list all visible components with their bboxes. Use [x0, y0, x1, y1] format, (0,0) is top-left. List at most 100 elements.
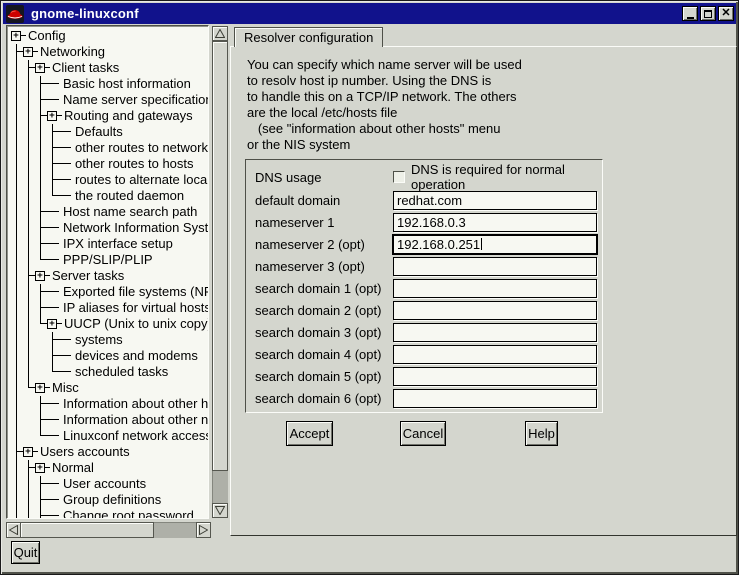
text-entry[interactable]: 192.168.0.3: [393, 213, 597, 232]
tree-item-label: IPX interface setup: [63, 236, 173, 252]
tree-vertical-scrollbar[interactable]: [212, 26, 228, 518]
tree-expander-icon[interactable]: +: [23, 444, 38, 460]
tree-item[interactable]: Network Information System: [11, 220, 208, 236]
scroll-right-button[interactable]: [196, 522, 211, 538]
text-entry[interactable]: [393, 301, 597, 320]
plus-box-icon[interactable]: +: [35, 271, 45, 281]
plus-box-icon[interactable]: +: [35, 463, 45, 473]
maximize-button[interactable]: [700, 6, 716, 21]
tree-item[interactable]: +Normal: [11, 460, 208, 476]
text-entry[interactable]: [393, 345, 597, 364]
tree-item[interactable]: +Client tasks: [11, 60, 208, 76]
config-tree-panel: +Config+Networking+Client tasksBasic hos…: [6, 25, 209, 519]
accept-button[interactable]: Accept: [286, 421, 333, 446]
tree-item[interactable]: Change root password: [11, 508, 208, 519]
text-entry[interactable]: 192.168.0.251: [393, 235, 597, 254]
tree-horizontal-scrollbar[interactable]: [6, 522, 211, 538]
dns-required-checkbox[interactable]: [393, 171, 405, 183]
help-button[interactable]: Help: [525, 421, 558, 446]
tree-guide-line: [47, 492, 61, 508]
text-entry[interactable]: [393, 257, 597, 276]
field-label: nameserver 3 (opt): [255, 259, 393, 274]
tree-expander-icon[interactable]: +: [47, 316, 62, 332]
tree-item[interactable]: +Users accounts: [11, 444, 208, 460]
text-entry[interactable]: [393, 389, 597, 408]
tree-item[interactable]: +Misc: [11, 380, 208, 396]
tree-item[interactable]: Defaults: [11, 124, 208, 140]
vertical-scroll-thumb[interactable]: [212, 41, 228, 471]
tree-expander-icon[interactable]: +: [35, 460, 50, 476]
text-entry[interactable]: redhat.com: [393, 191, 597, 210]
tree-item[interactable]: devices and modems: [11, 348, 208, 364]
tree-guide-line: [59, 332, 73, 348]
tree-guide-line: [47, 76, 61, 92]
app-window: gnome-linuxconf ✕ +Config+Networking+Cli…: [0, 0, 739, 575]
tree-item-label: Name server specification (: [63, 92, 209, 108]
tree-item[interactable]: scheduled tasks: [11, 364, 208, 380]
tree-item[interactable]: Group definitions: [11, 492, 208, 508]
tree-expander-icon[interactable]: +: [11, 28, 26, 44]
scroll-up-button[interactable]: [212, 26, 228, 41]
tree-guide-line: [23, 236, 35, 252]
tree-guide-line: [59, 188, 73, 204]
close-button[interactable]: ✕: [718, 6, 734, 21]
tree-item[interactable]: Basic host information: [11, 76, 208, 92]
tree-item[interactable]: routes to alternate local ne: [11, 172, 208, 188]
tree-guide-line: [11, 412, 23, 428]
tree-item[interactable]: systems: [11, 332, 208, 348]
tree-item[interactable]: +Routing and gateways: [11, 108, 208, 124]
tree-guide-line: [11, 172, 23, 188]
cancel-button[interactable]: Cancel: [400, 421, 446, 446]
tree-item-label: IP aliases for virtual hosts: [63, 300, 209, 316]
tab-resolver-configuration[interactable]: Resolver configuration: [234, 27, 383, 47]
tree-item[interactable]: other routes to networks: [11, 140, 208, 156]
tree-item[interactable]: Information about other host: [11, 396, 208, 412]
tree-guide-line: [35, 76, 47, 92]
tree-expander-icon[interactable]: +: [35, 60, 50, 76]
tree-guide-line: [23, 92, 35, 108]
plus-box-icon[interactable]: +: [23, 47, 33, 57]
tree-item[interactable]: +Config: [11, 28, 208, 44]
tree-guide-line: [47, 508, 61, 519]
text-entry[interactable]: [393, 323, 597, 342]
tree-item[interactable]: other routes to hosts: [11, 156, 208, 172]
form-field-row: nameserver 2 (opt)192.168.0.251: [255, 233, 602, 255]
tree-item[interactable]: Name server specification (: [11, 92, 208, 108]
plus-box-icon[interactable]: +: [35, 383, 45, 393]
tree-item-label: other routes to networks: [75, 140, 209, 156]
tree-expander-icon[interactable]: +: [35, 268, 50, 284]
titlebar[interactable]: gnome-linuxconf ✕: [3, 3, 736, 24]
minimize-button[interactable]: [682, 6, 698, 21]
tree-item[interactable]: Linuxconf network access: [11, 428, 208, 444]
plus-box-icon[interactable]: +: [35, 63, 45, 73]
tree-item[interactable]: IP aliases for virtual hosts: [11, 300, 208, 316]
plus-box-icon[interactable]: +: [11, 31, 21, 41]
tree-item[interactable]: PPP/SLIP/PLIP: [11, 252, 208, 268]
tree-item[interactable]: Exported file systems (NFS): [11, 284, 208, 300]
tree-item[interactable]: +Server tasks: [11, 268, 208, 284]
plus-box-icon[interactable]: +: [23, 447, 33, 457]
tree-expander-icon[interactable]: +: [35, 380, 50, 396]
tree-item[interactable]: User accounts: [11, 476, 208, 492]
tree-item[interactable]: + UUCP (Unix to unix copy): [11, 316, 208, 332]
tree-item[interactable]: +Networking: [11, 44, 208, 60]
tree-expander-icon[interactable]: +: [47, 108, 62, 124]
horizontal-scroll-thumb[interactable]: [20, 522, 154, 538]
tree-guide-line: [23, 156, 35, 172]
plus-box-icon[interactable]: +: [47, 111, 57, 121]
tree-guide-line: [35, 412, 47, 428]
description-line: or the NIS system: [247, 137, 522, 153]
quit-button[interactable]: Quit: [11, 541, 40, 564]
plus-box-icon[interactable]: +: [47, 319, 57, 329]
text-entry[interactable]: [393, 279, 597, 298]
scroll-down-button[interactable]: [212, 503, 228, 518]
tree-item[interactable]: the routed daemon: [11, 188, 208, 204]
tree-item[interactable]: IPX interface setup: [11, 236, 208, 252]
tree-item-label: UUCP (Unix to unix copy): [64, 316, 209, 332]
tree-item[interactable]: Host name search path: [11, 204, 208, 220]
tree-item[interactable]: Information about other netw: [11, 412, 208, 428]
text-entry[interactable]: [393, 367, 597, 386]
tree-guide-line: [23, 300, 35, 316]
tree-expander-icon[interactable]: +: [23, 44, 38, 60]
scroll-left-button[interactable]: [6, 522, 21, 538]
